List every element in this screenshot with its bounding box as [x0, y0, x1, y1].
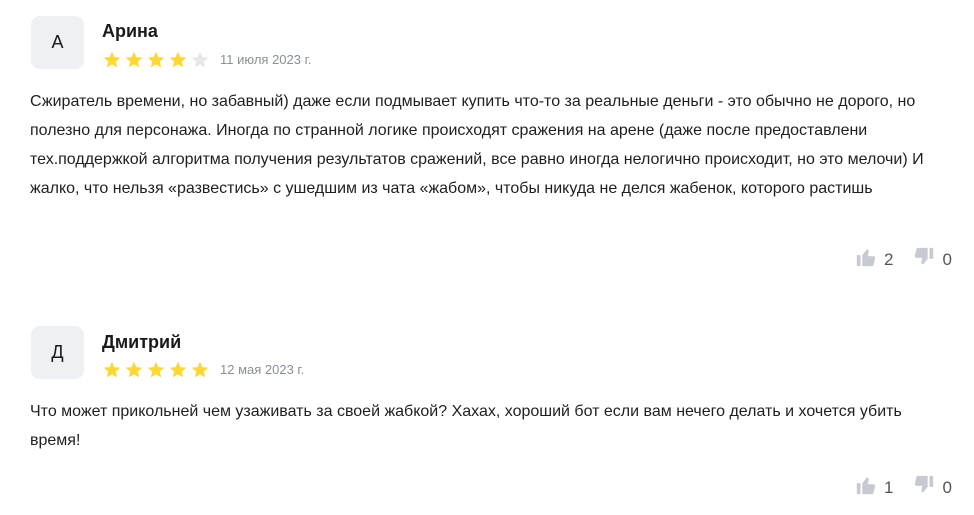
rating-stars [102, 360, 210, 380]
like-button[interactable]: 1 [855, 474, 893, 501]
avatar: Д [31, 326, 84, 379]
review-text: Что может прикольней чем узаживать за св… [30, 403, 902, 449]
thumbs-up-icon [855, 474, 877, 501]
dislike-button[interactable]: 0 [913, 474, 952, 501]
review-date: 12 мая 2023 г. [220, 362, 305, 377]
like-count: 1 [884, 477, 894, 497]
star-filled-icon [103, 361, 121, 378]
star-filled-icon [191, 361, 209, 378]
author-name: Дмитрий [102, 332, 182, 352]
avatar-letter: Д [51, 342, 64, 362]
star-filled-icon [147, 361, 165, 378]
star-filled-icon [169, 361, 187, 378]
star-filled-icon [125, 361, 143, 378]
thumbs-down-icon [913, 474, 935, 501]
vote-bar: 1 0 [855, 474, 952, 501]
review-card: Д Дмитрий 12 мая 2023 г. Что может прико… [0, 0, 974, 515]
dislike-count: 0 [942, 477, 952, 497]
